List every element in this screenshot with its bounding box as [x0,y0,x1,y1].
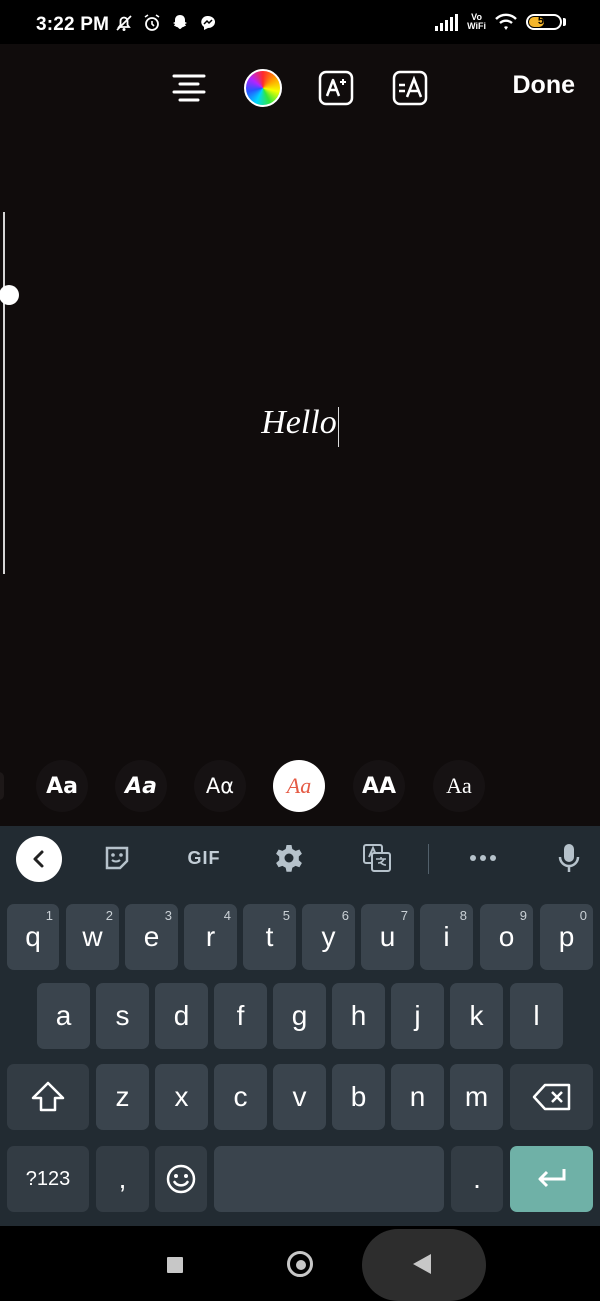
key-e[interactable]: e3 [125,904,178,970]
text-size-slider[interactable] [0,212,19,574]
status-time: 3:22 PM [36,14,110,35]
keyboard-toolbar: GIF [0,826,600,890]
translate-button[interactable] [360,841,394,875]
key-c[interactable]: c [214,1064,267,1130]
home-button[interactable] [287,1251,313,1277]
backspace-key[interactable] [510,1064,593,1130]
text-cursor [337,407,339,447]
key-q[interactable]: q1 [7,904,59,970]
battery-indicator: 55 [526,14,562,30]
gif-label: GIF [187,847,221,868]
key-m[interactable]: m [450,1064,503,1130]
shift-key[interactable] [7,1064,89,1130]
key-k[interactable]: k [450,983,503,1049]
story-text[interactable]: Hello [261,404,339,447]
sticker-button[interactable] [100,841,134,875]
space-key[interactable] [214,1146,444,1212]
messenger-icon [198,13,218,33]
recents-button[interactable] [167,1257,183,1273]
voice-input-button[interactable] [552,841,586,875]
key-s[interactable]: s [96,983,149,1049]
signal-icon [435,14,459,31]
key-t[interactable]: t5 [243,904,296,970]
font-row-edge [0,772,4,800]
period-key[interactable]: . [451,1146,503,1212]
enter-key[interactable] [510,1146,593,1212]
key-f[interactable]: f [214,983,267,1049]
wifi-icon [495,13,517,30]
text-effects-icon [318,70,354,106]
emoji-key[interactable] [155,1146,207,1212]
align-center-icon [172,74,206,102]
keyboard-settings-button[interactable] [272,841,306,875]
key-o[interactable]: o9 [480,904,533,970]
emoji-icon [166,1164,196,1194]
key-l[interactable]: l [510,983,563,1049]
key-j[interactable]: j [391,983,444,1049]
shift-icon [31,1081,65,1112]
key-i[interactable]: i8 [420,904,473,970]
enter-icon [538,1169,565,1188]
status-bar: 3:22 PM Vo WiFi 55 [0,0,600,44]
key-g[interactable]: g [273,983,326,1049]
key-u[interactable]: u7 [361,904,414,970]
align-center-button[interactable] [170,69,208,107]
mic-icon [558,844,580,872]
font-option-serif[interactable]: Aa [433,760,485,812]
text-input-area[interactable]: Hello [0,404,600,464]
key-h[interactable]: h [332,983,385,1049]
key-n[interactable]: n [391,1064,444,1130]
more-icon [470,855,496,861]
numbers-key[interactable]: ?123 [7,1146,89,1212]
font-option-bold-italic[interactable]: Aa [115,760,167,812]
key-b[interactable]: b [332,1064,385,1130]
font-option-serif-italic[interactable]: Aa [273,760,325,812]
translate-icon [363,844,391,872]
android-navigation-bar [0,1226,600,1301]
gboard-keyboard: GIF q1 w2 e3 r4 t5 y6 u7 i8 o9 p0 a s d … [0,826,600,1226]
gear-icon [276,845,302,872]
font-picker: Aa Aa Aα Aa AA Aa [0,758,600,814]
key-r[interactable]: r4 [184,904,237,970]
text-size-slider-thumb[interactable] [0,285,19,306]
status-system-icons: Vo WiFi 55 [435,12,566,32]
gif-button[interactable]: GIF [184,841,224,875]
more-options-button[interactable] [466,841,500,875]
key-a[interactable]: a [37,983,90,1049]
text-effects-button[interactable] [317,69,355,107]
home-icon-dot [296,1260,306,1270]
font-option-rounded[interactable]: Aα [194,760,246,812]
backspace-icon [532,1083,570,1111]
key-y[interactable]: y6 [302,904,355,970]
key-p[interactable]: p0 [540,904,593,970]
story-text-value: Hello [261,404,337,441]
chevron-left-icon [33,850,44,868]
key-z[interactable]: z [96,1064,149,1130]
snapchat-icon [170,13,190,33]
color-wheel-icon [244,69,282,107]
font-option-bold[interactable]: Aa [36,760,88,812]
text-style-button[interactable] [391,69,429,107]
sticker-icon [105,846,129,870]
vowifi-label: Vo WiFi [467,12,486,31]
battery-tip [563,18,566,26]
alarm-icon [142,13,162,33]
key-w[interactable]: w2 [66,904,119,970]
key-v[interactable]: v [273,1064,326,1130]
story-text-editor[interactable]: Done Hello Aa Aa Aα Aa AA Aa [0,44,600,826]
comma-key[interactable]: , [96,1146,149,1212]
back-icon [413,1254,431,1274]
keyboard-back-button[interactable] [16,836,62,882]
done-button[interactable]: Done [513,71,576,100]
key-x[interactable]: x [155,1064,208,1130]
color-picker-button[interactable] [244,69,282,107]
text-toolbar: Done [0,44,600,134]
font-option-caps[interactable]: AA [353,760,405,812]
key-d[interactable]: d [155,983,208,1049]
battery-level: 55 [537,15,551,27]
toolbar-divider [428,844,429,874]
muted-bell-icon [114,13,134,33]
status-notification-icons [114,13,218,33]
text-style-icon [392,70,428,106]
